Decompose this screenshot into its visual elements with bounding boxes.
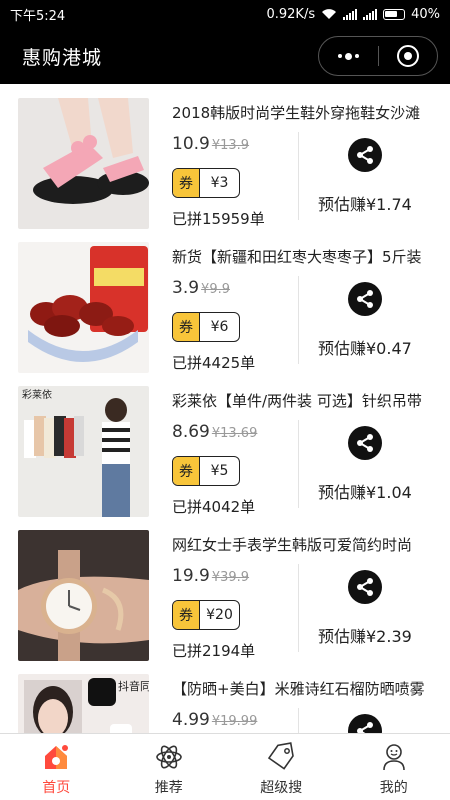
- sold-count: 已拼2194单: [172, 642, 256, 660]
- tab-super-search[interactable]: 超级搜: [225, 734, 338, 800]
- original-price: ¥19.99: [211, 714, 258, 729]
- thumb-badge-text: 抖音同款: [118, 679, 149, 693]
- estimated-earning: 预估赚¥1.04: [318, 483, 412, 502]
- product-image[interactable]: [18, 242, 149, 373]
- product-price: 10.9: [172, 134, 210, 154]
- product-price: 3.9: [172, 278, 200, 298]
- sold-count: 已拼15959单: [172, 210, 265, 228]
- product-card[interactable]: 2018韩版时尚学生鞋外穿拖鞋女沙滩 10.9 ¥13.9 券 ¥3 已拼159…: [0, 84, 450, 229]
- signal-icon: [343, 8, 358, 20]
- product-image[interactable]: [18, 98, 149, 229]
- estimated-earning: 预估赚¥2.39: [318, 627, 412, 646]
- product-image[interactable]: 彩莱依: [18, 386, 149, 517]
- coupon-badge[interactable]: 券 ¥5: [172, 456, 240, 486]
- price-row: 8.69 ¥13.69: [172, 422, 257, 442]
- signal-icon-2: [363, 8, 378, 20]
- original-price: ¥13.69: [211, 426, 258, 441]
- original-price: ¥9.9: [201, 282, 230, 297]
- product-card[interactable]: 网红女士手表学生韩版可爱简约时尚 19.9 ¥39.9 券 ¥20 已拼2194…: [0, 516, 450, 661]
- product-price: 8.69: [172, 422, 210, 442]
- product-image[interactable]: 抖音同款: [18, 674, 149, 733]
- user-icon: [379, 742, 409, 772]
- coupon-label: 券: [173, 457, 200, 485]
- share-button[interactable]: [348, 714, 382, 733]
- original-price: ¥39.9: [211, 570, 250, 585]
- tab-home[interactable]: 首页: [0, 734, 113, 800]
- status-bar: 下午5:24 0.92K/s 40%: [0, 0, 450, 28]
- coupon-amount: ¥20: [206, 607, 233, 623]
- tab-bar: 首页 推荐 超级搜 我的: [0, 733, 450, 800]
- divider: [298, 708, 299, 733]
- divider: [298, 564, 299, 652]
- wifi-icon: [322, 9, 337, 19]
- share-button[interactable]: [348, 426, 382, 460]
- price-row: 19.9 ¥39.9: [172, 566, 249, 586]
- atom-icon: [154, 742, 184, 772]
- product-price: 19.9: [172, 566, 210, 586]
- battery-level: 40%: [411, 6, 440, 22]
- coupon-badge[interactable]: 券 ¥3: [172, 168, 240, 198]
- close-program-button[interactable]: [379, 37, 438, 75]
- status-time: 下午5:24: [10, 8, 66, 24]
- tab-label: 我的: [379, 780, 408, 796]
- network-speed: 0.92K/s: [266, 6, 316, 22]
- tag-icon: [266, 742, 296, 772]
- more-button[interactable]: [319, 37, 378, 75]
- share-icon: [357, 578, 373, 596]
- share-icon: [357, 722, 373, 733]
- tab-label: 首页: [42, 780, 71, 796]
- home-icon: [41, 742, 71, 772]
- product-list: 2018韩版时尚学生鞋外穿拖鞋女沙滩 10.9 ¥13.9 券 ¥3 已拼159…: [0, 84, 450, 733]
- share-icon: [357, 434, 373, 452]
- coupon-badge[interactable]: 券 ¥6: [172, 312, 240, 342]
- price-row: 4.99 ¥19.99: [172, 710, 257, 730]
- more-dots-icon: [337, 52, 359, 60]
- coupon-label: 券: [173, 313, 200, 341]
- divider: [298, 276, 299, 364]
- coupon-amount: ¥5: [210, 463, 229, 479]
- estimated-earning: 预估赚¥0.47: [318, 339, 412, 358]
- product-card[interactable]: 抖音同款 【防晒+美白】米雅诗红石榴防晒喷雾 4.99 ¥19.99: [0, 660, 450, 733]
- sold-count: 已拼4425单: [172, 354, 256, 372]
- share-button[interactable]: [348, 138, 382, 172]
- product-card[interactable]: 彩莱依 彩莱依【单件/两件装 可选】针织吊带 8.69 ¥13.69 券 ¥5 …: [0, 372, 450, 517]
- battery-icon: [383, 8, 406, 20]
- sold-count: 已拼4042单: [172, 498, 256, 516]
- tab-label: 超级搜: [260, 780, 303, 796]
- divider: [298, 132, 299, 220]
- mini-program-capsule: [318, 36, 438, 76]
- price-row: 3.9 ¥9.9: [172, 278, 230, 298]
- tab-label: 推荐: [154, 780, 183, 796]
- coupon-amount: ¥6: [210, 319, 229, 335]
- divider: [298, 420, 299, 508]
- estimated-earning: 预估赚¥1.74: [318, 195, 412, 214]
- product-title[interactable]: 2018韩版时尚学生鞋外穿拖鞋女沙滩: [172, 102, 432, 123]
- product-title[interactable]: 彩莱依【单件/两件装 可选】针织吊带: [172, 390, 432, 411]
- original-price: ¥13.9: [211, 138, 250, 153]
- product-title[interactable]: 新货【新疆和田红枣大枣枣子】5斤装: [172, 246, 432, 267]
- target-icon: [396, 45, 419, 67]
- coupon-badge[interactable]: 券 ¥20: [172, 600, 240, 630]
- product-price: 4.99: [172, 710, 210, 730]
- coupon-label: 券: [173, 601, 200, 629]
- coupon-label: 券: [173, 169, 200, 197]
- price-row: 10.9 ¥13.9: [172, 134, 249, 154]
- share-button[interactable]: [348, 282, 382, 316]
- nav-bar: 惠购港城: [0, 28, 450, 84]
- product-title[interactable]: 网红女士手表学生韩版可爱简约时尚: [172, 534, 432, 555]
- coupon-amount: ¥3: [210, 175, 229, 191]
- tab-recommend[interactable]: 推荐: [113, 734, 226, 800]
- share-icon: [357, 146, 373, 164]
- tab-mine[interactable]: 我的: [338, 734, 450, 800]
- product-card[interactable]: 新货【新疆和田红枣大枣枣子】5斤装 3.9 ¥9.9 券 ¥6 已拼4425单 …: [0, 228, 450, 373]
- status-indicators: 0.92K/s 40%: [266, 7, 440, 22]
- page-title: 惠购港城: [22, 46, 103, 69]
- share-icon: [357, 290, 373, 308]
- share-button[interactable]: [348, 570, 382, 604]
- product-image[interactable]: [18, 530, 149, 661]
- thumb-brand-text: 彩莱依: [22, 388, 52, 401]
- product-title[interactable]: 【防晒+美白】米雅诗红石榴防晒喷雾: [172, 678, 432, 699]
